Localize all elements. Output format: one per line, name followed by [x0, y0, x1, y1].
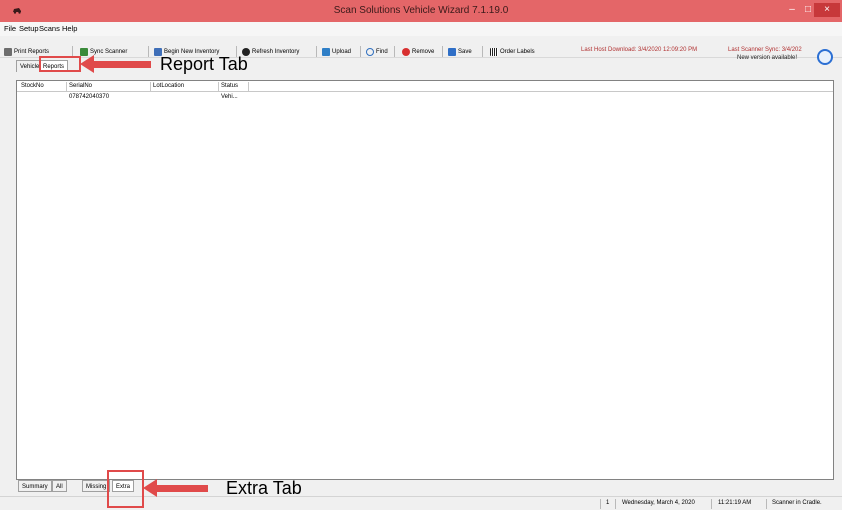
remove-button[interactable]: Remove — [402, 46, 434, 57]
extra-tab-highlight — [107, 470, 144, 508]
remove-icon — [402, 47, 410, 56]
scanner-status-text: Scanner in Cradle. — [772, 500, 822, 506]
toolbar-separator — [316, 46, 317, 57]
menu-setup[interactable]: Setup — [19, 24, 39, 33]
app-window: Scan Solutions Vehicle Wizard 7.1.19.0 –… — [0, 0, 842, 510]
status-separator — [766, 499, 767, 509]
record-count: 1 — [606, 500, 610, 506]
title-bar[interactable]: Scan Solutions Vehicle Wizard 7.1.19.0 –… — [0, 0, 842, 22]
column-header-stockno[interactable]: StockNo — [19, 82, 67, 91]
save-button[interactable]: Save — [448, 46, 472, 57]
menu-bar: File Setup Scans Help — [0, 22, 842, 36]
last-host-download: Last Host Download: 3/4/2020 12:09:20 PM — [581, 47, 698, 53]
refresh-inventory-label: Refresh Inventory — [252, 48, 300, 55]
extra-tab-label: Extra Tab — [226, 478, 302, 498]
order-labels-label: Order Labels — [500, 48, 535, 55]
toolbar: Print Reports Sync Scanner Begin New Inv… — [0, 36, 842, 65]
printer-icon — [4, 47, 12, 56]
tab-all[interactable]: All — [52, 480, 67, 492]
toolbar-separator — [148, 46, 149, 57]
last-scanner-sync: Last Scanner Sync: 3/4/202 — [728, 47, 802, 53]
status-separator — [615, 499, 616, 509]
save-icon — [448, 47, 456, 56]
arrow-head-icon — [80, 55, 94, 73]
status-time: 11:21:19 AM — [718, 500, 752, 506]
barcode-icon — [490, 47, 498, 56]
cell-serialno: 078742040370 — [69, 94, 110, 100]
save-label: Save — [458, 48, 472, 55]
arrow-head-icon — [143, 479, 157, 497]
table-row[interactable]: 078742040370 Vehi... — [17, 93, 833, 102]
update-icon[interactable] — [817, 49, 833, 65]
toolbar-separator — [394, 46, 395, 57]
cell-status: Vehi... — [221, 94, 238, 100]
toolbar-separator — [482, 46, 483, 57]
print-reports-label: Print Reports — [14, 48, 50, 55]
menu-help[interactable]: Help — [62, 24, 77, 33]
find-label: Find — [376, 48, 388, 55]
report-tab-label: Report Tab — [160, 54, 248, 74]
tab-summary[interactable]: Summary — [18, 480, 52, 492]
report-tab-arrow — [93, 61, 151, 68]
sync-scanner-label: Sync Scanner — [90, 48, 128, 55]
menu-scans[interactable]: Scans — [39, 24, 60, 33]
inventory-grid[interactable]: StockNo SerialNo LotLocation Status 0787… — [16, 80, 834, 480]
column-header-status[interactable]: Status — [219, 82, 249, 91]
new-version-notice[interactable]: New version available! — [737, 55, 797, 61]
close-button[interactable]: × — [814, 3, 840, 17]
remove-label: Remove — [412, 48, 435, 55]
refresh-inventory-button[interactable]: Refresh Inventory — [242, 46, 299, 57]
upload-button[interactable]: Upload — [322, 46, 351, 57]
upload-label: Upload — [332, 48, 352, 55]
status-date: Wednesday, March 4, 2020 — [622, 500, 695, 506]
minimize-button[interactable]: – — [784, 3, 800, 17]
find-icon — [366, 47, 374, 56]
reports-tab-highlight — [39, 56, 81, 72]
column-header-serialno[interactable]: SerialNo — [67, 82, 151, 91]
toolbar-separator — [360, 46, 361, 57]
find-button[interactable]: Find — [366, 46, 388, 57]
order-labels-button[interactable]: Order Labels — [490, 46, 535, 57]
status-separator — [711, 499, 712, 509]
menu-file[interactable]: File — [4, 24, 16, 33]
extra-tab-arrow — [156, 485, 208, 492]
upload-icon — [322, 47, 330, 56]
window-title: Scan Solutions Vehicle Wizard 7.1.19.0 — [333, 5, 509, 16]
column-header-lotlocation[interactable]: LotLocation — [151, 82, 219, 91]
toolbar-separator — [442, 46, 443, 57]
grid-header: StockNo SerialNo LotLocation Status — [17, 81, 833, 92]
status-separator — [600, 499, 601, 509]
